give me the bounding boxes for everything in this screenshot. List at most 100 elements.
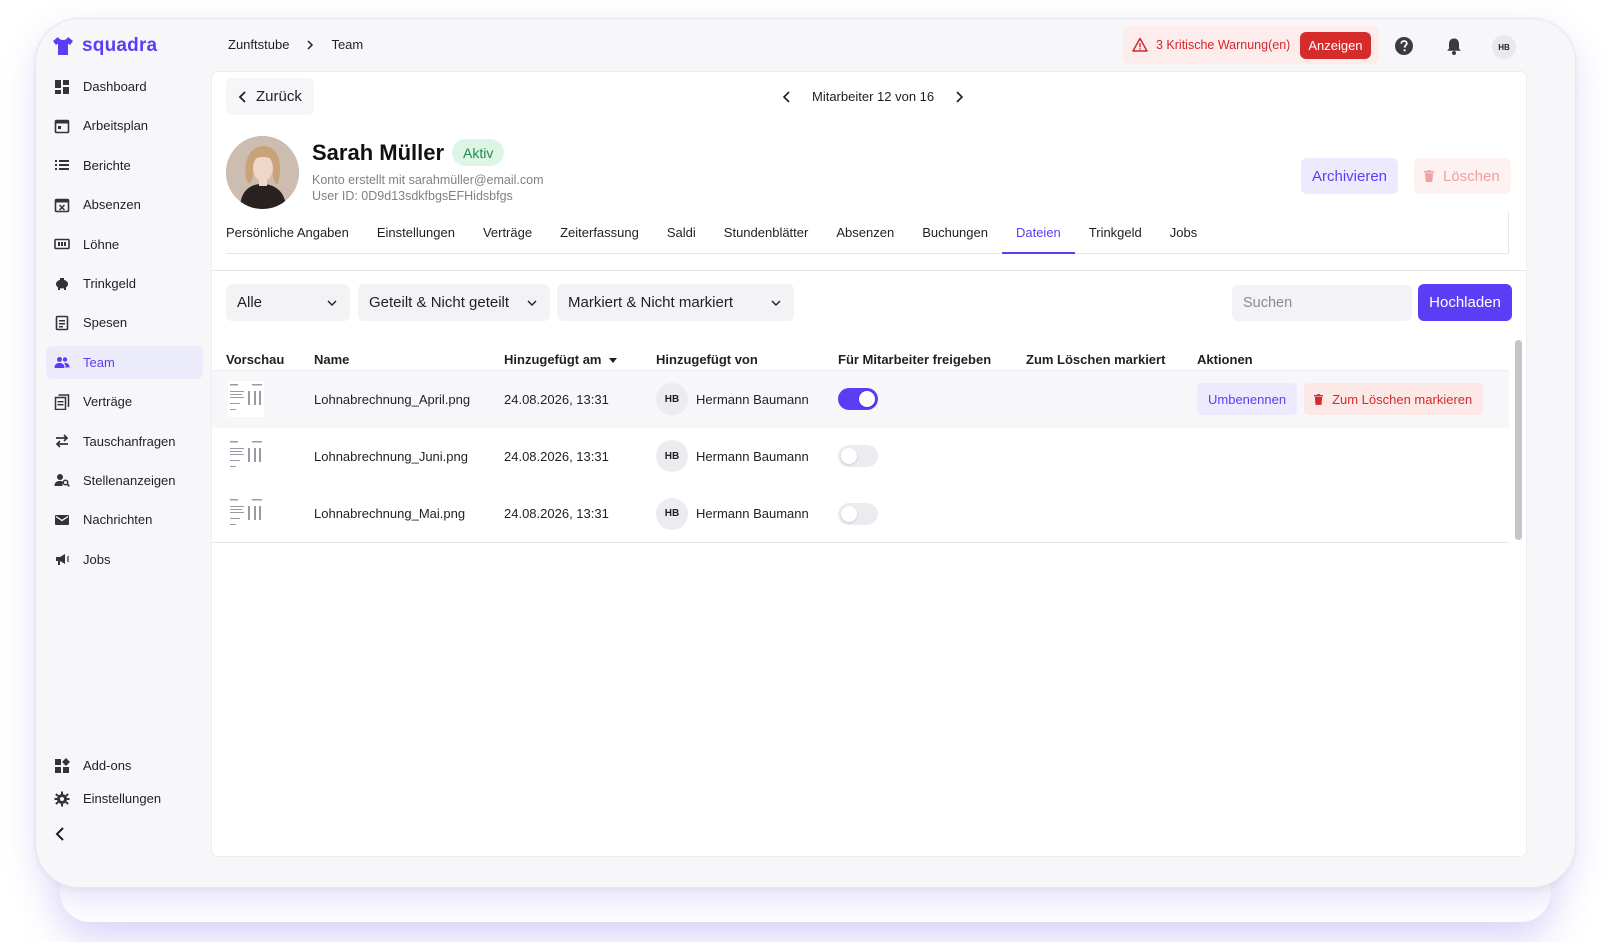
calendar-x-icon	[54, 197, 70, 213]
file-name: Lohnabrechnung_Mai.png	[314, 506, 466, 522]
tab-stundenblaetter[interactable]: Stundenblätter	[724, 212, 809, 253]
sidebar-nav: Dashboard Arbeitsplan Berichte Absenzen …	[46, 70, 203, 582]
delete-button[interactable]: Löschen	[1414, 158, 1511, 194]
profile-photo	[226, 136, 299, 209]
user-id: User ID: 0D9d13sdkfbgsEFHidsbfgs	[312, 189, 513, 203]
gear-icon	[54, 791, 70, 807]
previous-employee-icon[interactable]	[780, 90, 794, 104]
column-header-marked-delete[interactable]: Zum Löschen markiert	[1026, 352, 1165, 367]
tab-vertraege[interactable]: Verträge	[483, 212, 532, 253]
tab-einstellungen[interactable]: Einstellungen	[377, 212, 455, 253]
column-header-added-on[interactable]: Hinzugefügt am	[504, 352, 618, 367]
sidebar-item-berichte[interactable]: Berichte	[46, 149, 203, 182]
document-thumbnail-icon	[228, 438, 264, 475]
app-name: squadra	[82, 35, 158, 56]
type-filter-select[interactable]: Alle	[226, 284, 350, 321]
share-toggle[interactable]	[838, 502, 878, 525]
search-input[interactable]	[1232, 285, 1412, 321]
tab-zeiterfassung[interactable]: Zeiterfassung	[560, 212, 639, 253]
sidebar-item-einstellungen[interactable]: Einstellungen	[46, 782, 203, 815]
sort-descending-icon	[608, 357, 617, 363]
shared-filter-value: Geteilt & Nicht geteilt	[369, 294, 510, 311]
column-header-added-by[interactable]: Hinzugefügt von	[656, 352, 758, 367]
sidebar-item-add-ons[interactable]: Add-ons	[46, 749, 203, 782]
column-header-share[interactable]: Für Mitarbeiter freigeben	[838, 352, 991, 367]
added-by: HB Hermann Baumann	[656, 371, 809, 428]
sidebar-item-spesen[interactable]: Spesen	[46, 306, 203, 339]
marked-filter-value: Markiert & Nicht markiert	[568, 294, 734, 311]
sidebar-item-tauschanfragen[interactable]: Tauschanfragen	[46, 425, 203, 458]
marked-filter-select[interactable]: Markiert & Nicht markiert	[557, 284, 794, 321]
archive-button[interactable]: Archivieren	[1301, 158, 1399, 194]
sidebar-item-label: Absenzen	[83, 197, 141, 213]
sidebar-item-label: Arbeitsplan	[83, 118, 149, 134]
sidebar: squadra Dashboard Arbeitsplan Berichte A…	[36, 19, 212, 887]
profile-portrait-icon	[226, 136, 299, 209]
help-icon[interactable]	[1394, 36, 1414, 56]
sidebar-item-loehne[interactable]: Löhne	[46, 228, 203, 261]
share-toggle[interactable]	[838, 388, 878, 411]
bell-icon[interactable]	[1444, 36, 1464, 56]
piggy-bank-icon	[54, 275, 70, 291]
breadcrumb-item[interactable]: Zunftstube	[228, 37, 289, 52]
table-row[interactable]: Lohnabrechnung_Mai.png 24.08.2026, 13:31…	[212, 485, 1509, 543]
warning-text: 3 Kritische Warnung(en)	[1156, 38, 1291, 52]
file-name: Lohnabrechnung_Juni.png	[314, 448, 468, 464]
sidebar-item-dashboard[interactable]: Dashboard	[46, 70, 203, 103]
megaphone-icon	[54, 551, 70, 567]
share-toggle-cell	[838, 485, 878, 543]
tab-buchungen[interactable]: Buchungen	[922, 212, 988, 253]
mark-for-deletion-button[interactable]: Zum Löschen markieren	[1304, 383, 1484, 416]
show-warnings-button[interactable]: Anzeigen	[1300, 31, 1371, 59]
tab-absenzen[interactable]: Absenzen	[836, 212, 894, 253]
avatar: HB	[656, 383, 688, 416]
breadcrumb-item[interactable]: Team	[331, 37, 363, 52]
tab-jobs[interactable]: Jobs	[1170, 212, 1197, 253]
sidebar-item-nachrichten[interactable]: Nachrichten	[46, 503, 203, 536]
added-by: HB Hermann Baumann	[656, 485, 809, 543]
tab-trinkgeld[interactable]: Trinkgeld	[1089, 212, 1142, 253]
share-toggle[interactable]	[838, 445, 878, 468]
tab-saldi[interactable]: Saldi	[667, 212, 696, 253]
delete-label: Löschen	[1443, 167, 1500, 185]
column-header-name[interactable]: Name	[314, 352, 349, 367]
dashboard-icon	[54, 79, 70, 95]
file-date: 24.08.2026, 13:31	[504, 506, 609, 522]
tab-persoenliche-angaben[interactable]: Persönliche Angaben	[226, 212, 349, 253]
file-preview[interactable]	[226, 371, 266, 428]
account-email: Konto erstellt mit sarahmüller@email.com	[312, 173, 544, 187]
back-button[interactable]: Zurück	[226, 78, 314, 115]
table-row[interactable]: Lohnabrechnung_April.png 24.08.2026, 13:…	[212, 370, 1509, 428]
sidebar-item-stellenanzeigen[interactable]: Stellenanzeigen	[46, 464, 203, 497]
top-bar: Zunftstube Team 3 Kritische Warnung(en) …	[212, 19, 1575, 71]
sidebar-item-label: Dashboard	[83, 79, 147, 94]
type-filter-value: Alle	[237, 294, 263, 311]
sidebar-item-trinkgeld[interactable]: Trinkgeld	[46, 267, 203, 300]
rename-button[interactable]: Umbenennen	[1197, 383, 1298, 416]
logo[interactable]: squadra	[52, 35, 157, 57]
file-preview[interactable]	[226, 428, 266, 486]
added-by-name: Hermann Baumann	[696, 506, 809, 522]
sidebar-item-jobs[interactable]: Jobs	[46, 543, 203, 576]
chevron-down-icon	[527, 300, 537, 306]
app-window: squadra Dashboard Arbeitsplan Berichte A…	[35, 18, 1576, 888]
shirt-logo-icon	[53, 37, 73, 55]
sidebar-item-vertraege[interactable]: Verträge	[46, 385, 203, 418]
file-preview[interactable]	[226, 485, 266, 543]
sidebar-item-team[interactable]: Team	[46, 345, 203, 379]
chevron-down-icon	[327, 300, 337, 306]
person-search-icon	[54, 472, 70, 488]
sidebar-item-label: Einstellungen	[83, 791, 162, 806]
sidebar-item-arbeitsplan[interactable]: Arbeitsplan	[46, 109, 203, 142]
upload-button[interactable]: Hochladen	[1418, 284, 1512, 321]
sidebar-item-absenzen[interactable]: Absenzen	[46, 188, 203, 221]
divider	[212, 542, 1509, 543]
shared-filter-select[interactable]: Geteilt & Nicht geteilt	[358, 284, 550, 321]
sidebar-item-label: Jobs	[83, 551, 111, 567]
table-scrollbar[interactable]	[1513, 338, 1523, 544]
next-employee-icon[interactable]	[952, 90, 966, 104]
collapse-sidebar-icon[interactable]	[52, 825, 70, 843]
tab-dateien[interactable]: Dateien	[1001, 212, 1075, 254]
user-avatar[interactable]: HB	[1492, 35, 1516, 59]
table-row[interactable]: Lohnabrechnung_Juni.png 24.08.2026, 13:3…	[212, 428, 1509, 486]
